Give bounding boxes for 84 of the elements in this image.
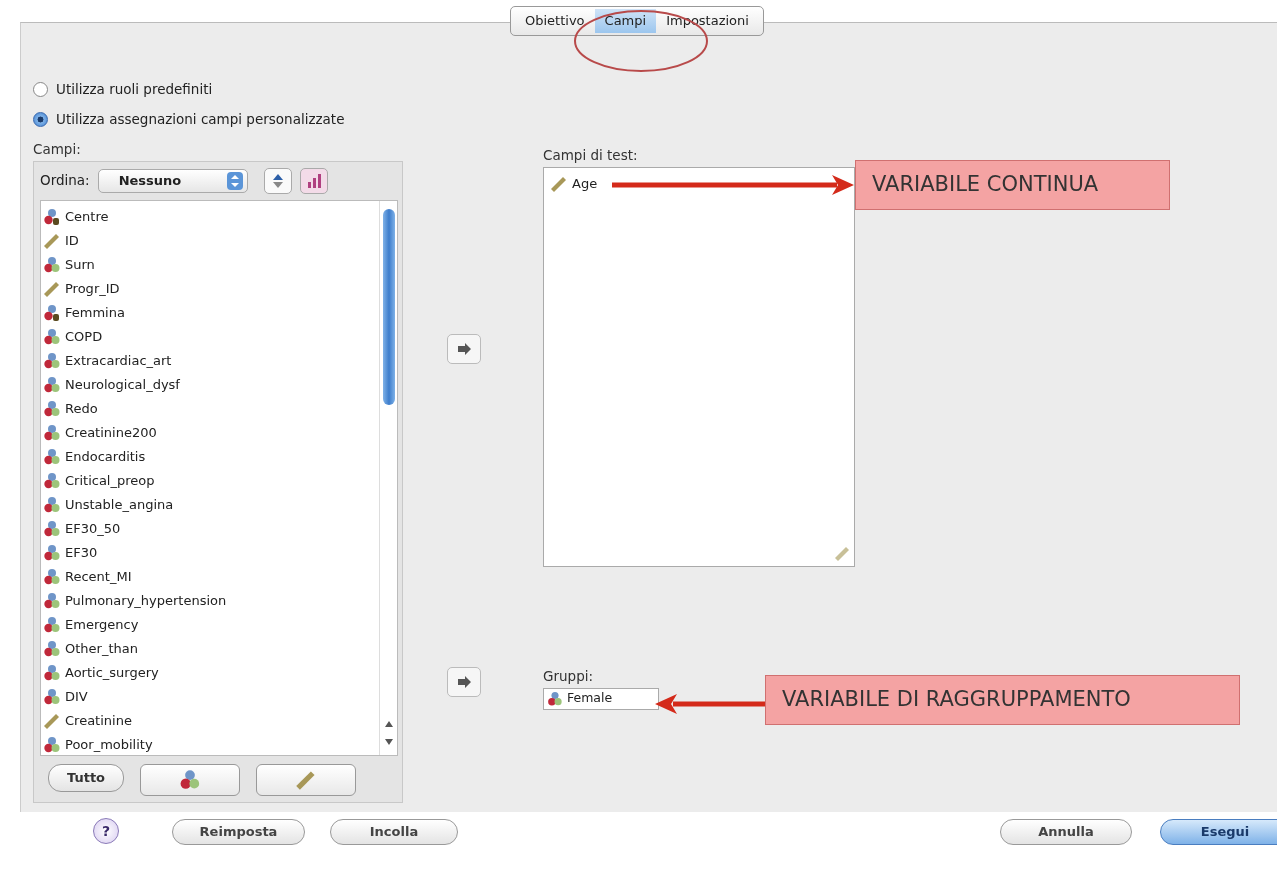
radio-label: Utilizza ruoli predefiniti bbox=[56, 80, 213, 100]
help-button[interactable]: ? bbox=[93, 818, 119, 844]
field-name[interactable]: Critical_preop bbox=[65, 470, 155, 491]
field-name[interactable]: Femmina bbox=[65, 302, 125, 323]
select-all-button[interactable]: Tutto bbox=[48, 763, 125, 792]
test-fields-label: Campi di test: bbox=[543, 145, 638, 165]
three-balls-icon bbox=[43, 495, 61, 514]
tab[interactable]: Campi bbox=[594, 9, 657, 33]
balls-icon bbox=[43, 207, 61, 226]
fields-label: Campi: bbox=[33, 139, 81, 159]
three-balls-icon bbox=[43, 351, 61, 370]
annotation-label: VARIABILE DI RAGGRUPPAMENTO bbox=[765, 675, 1240, 725]
bar-icon bbox=[305, 172, 322, 189]
groups-label: Gruppi: bbox=[543, 666, 593, 686]
three-balls-icon bbox=[43, 423, 61, 442]
field-name[interactable]: Creatinine bbox=[65, 710, 132, 731]
three-balls-icon bbox=[43, 687, 61, 706]
three-balls-icon bbox=[43, 663, 61, 682]
field-name[interactable]: Other_than bbox=[65, 638, 138, 659]
field-name[interactable]: Recent_MI bbox=[65, 566, 132, 587]
three-balls-icon bbox=[43, 447, 61, 466]
tab[interactable]: Obiettivo bbox=[515, 9, 595, 33]
scrollbar-thumb[interactable] bbox=[383, 208, 395, 405]
sort-dropdown[interactable]: Nessuno bbox=[97, 168, 248, 193]
three-balls-icon bbox=[43, 543, 61, 562]
three-balls-icon bbox=[43, 471, 61, 490]
three-balls-icon bbox=[547, 690, 563, 707]
field-name[interactable]: Emergency bbox=[65, 614, 139, 635]
footer-button[interactable]: Incolla bbox=[330, 819, 458, 845]
radio-button[interactable] bbox=[33, 82, 48, 97]
sort-label: Ordina: bbox=[40, 171, 90, 191]
three-balls-icon bbox=[43, 255, 61, 274]
three-balls-icon bbox=[179, 768, 202, 791]
footer-button[interactable]: Esegui bbox=[1160, 819, 1277, 845]
field-name[interactable]: Neurological_dysf bbox=[65, 374, 180, 395]
field-name[interactable]: Creatinine200 bbox=[65, 422, 157, 443]
three-balls-icon bbox=[43, 327, 61, 346]
field-name[interactable]: Extracardiac_art bbox=[65, 350, 172, 371]
three-balls-icon bbox=[43, 519, 61, 538]
scrollbar[interactable] bbox=[379, 200, 397, 755]
stepper-icon bbox=[226, 171, 243, 190]
up-down-icon bbox=[270, 172, 285, 189]
field-name[interactable]: ID bbox=[65, 230, 79, 251]
arrow-icon bbox=[456, 342, 472, 355]
field-name[interactable]: Poor_mobility bbox=[65, 734, 153, 755]
three-balls-icon bbox=[43, 615, 61, 634]
footer-button[interactable]: Reimposta bbox=[172, 819, 305, 845]
three-balls-icon bbox=[43, 567, 61, 586]
field-name[interactable]: Unstable_angina bbox=[65, 494, 174, 515]
field-name[interactable]: Centre bbox=[65, 206, 109, 227]
field-name[interactable]: Surn bbox=[65, 254, 95, 275]
ruler-icon bbox=[550, 174, 568, 193]
sort-order-button[interactable] bbox=[263, 167, 292, 194]
field-name[interactable]: Progr_ID bbox=[65, 278, 120, 299]
field-name[interactable]: EF30_50 bbox=[65, 518, 121, 539]
radio-button[interactable] bbox=[33, 112, 48, 127]
three-balls-icon bbox=[43, 639, 61, 658]
three-balls-icon bbox=[43, 375, 61, 394]
ruler-icon bbox=[43, 231, 61, 250]
arrow-icon bbox=[456, 675, 472, 688]
three-balls-icon bbox=[43, 591, 61, 610]
field-name[interactable]: Pulmonary_hypertension bbox=[65, 590, 227, 611]
filter-button[interactable] bbox=[140, 763, 241, 796]
three-balls-icon bbox=[43, 399, 61, 418]
ruler-icon bbox=[43, 711, 61, 730]
balls-icon bbox=[43, 303, 61, 322]
annotation-label: VARIABILE CONTINUA bbox=[855, 160, 1170, 210]
sort-field-button[interactable] bbox=[299, 167, 328, 194]
groups-field[interactable]: Female bbox=[543, 687, 659, 710]
field-name[interactable]: DIV bbox=[65, 686, 88, 707]
move-button[interactable] bbox=[447, 666, 481, 697]
ruler-icon bbox=[43, 279, 61, 298]
field-name[interactable]: Endocarditis bbox=[65, 446, 146, 467]
radio-label: Utilizza assegnazioni campi personalizzate bbox=[56, 110, 345, 130]
field-name[interactable]: Aortic_surgery bbox=[65, 662, 159, 683]
move-button[interactable] bbox=[447, 333, 481, 364]
field-name[interactable]: Redo bbox=[65, 398, 98, 419]
ruler-icon bbox=[834, 545, 850, 562]
three-balls-icon bbox=[43, 735, 61, 754]
field-name[interactable]: COPD bbox=[65, 326, 103, 347]
field-name[interactable]: EF30 bbox=[65, 542, 98, 563]
filter-button[interactable] bbox=[256, 763, 357, 796]
field-name[interactable]: Age bbox=[572, 173, 598, 194]
footer-button[interactable]: Annulla bbox=[1000, 819, 1132, 845]
